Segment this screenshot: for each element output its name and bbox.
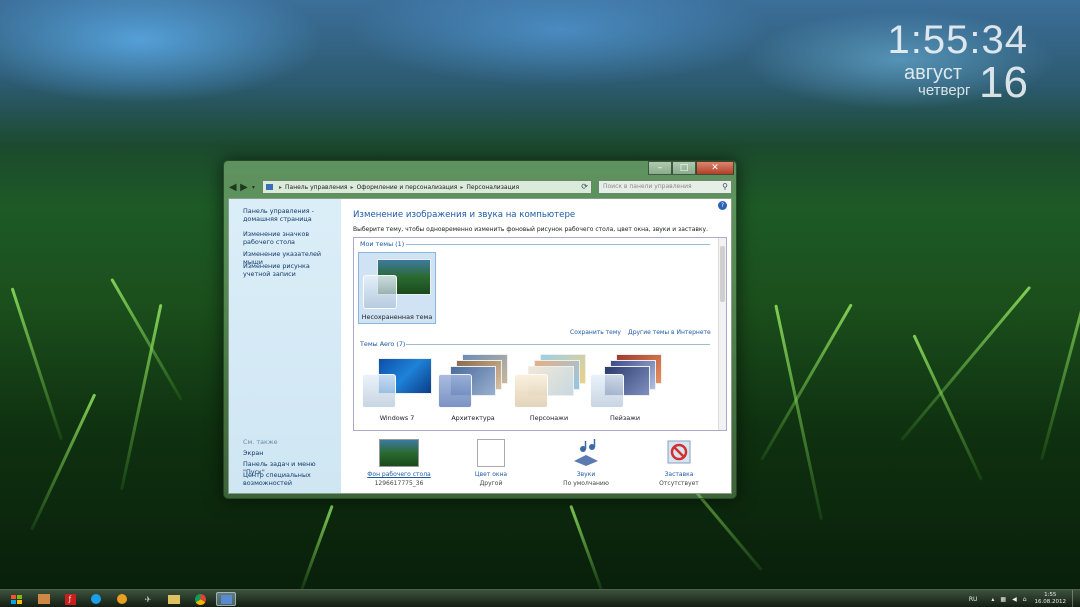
taskbar-app-pin-icon[interactable]: ✈	[138, 592, 158, 606]
system-tray: RU ▴ ▦ ◀ ⌂ 1:55 16.08.2012	[969, 590, 1080, 607]
sounds-button[interactable]: Звуки По умолчанию	[546, 439, 626, 487]
theme-color-swatch	[590, 374, 624, 408]
recent-pages-button[interactable]: ▾	[251, 180, 256, 194]
address-bar[interactable]: ▸ Панель управления ▸ Оформление и персо…	[261, 180, 592, 194]
scrollbar-thumb[interactable]	[720, 246, 725, 302]
theme-unsaved[interactable]: Несохраненная тема	[358, 252, 436, 324]
gadget-weekday: четверг	[918, 82, 971, 99]
theme-label: Несохраненная тема	[361, 313, 433, 321]
arrow-right-icon: ▶	[240, 181, 248, 193]
see-also-heading: См. также	[243, 438, 278, 446]
aero-themes-heading: Темы Aero (7)	[360, 340, 406, 348]
personalization-window: – □ ✕ ◀ ▶ ▾ ▸ Панель управления ▸ Оформл…	[223, 160, 737, 499]
taskbar-control-panel-icon[interactable]	[216, 592, 236, 606]
maximize-button[interactable]: □	[672, 161, 696, 175]
tray-app-icon[interactable]: ⌂	[1023, 596, 1027, 603]
theme-color-swatch	[514, 374, 548, 408]
tray-time: 1:55	[1044, 592, 1057, 598]
breadcrumb-personalization[interactable]: Персонализация	[466, 184, 519, 191]
themes-scrollbar[interactable]	[718, 238, 726, 430]
page-description: Выберите тему, чтобы одновременно измени…	[353, 226, 709, 233]
theme-windows-7[interactable]: Windows 7	[358, 352, 436, 424]
breadcrumb-control-panel[interactable]: Панель управления	[285, 184, 348, 191]
search-placeholder: Поиск в панели управления	[602, 183, 692, 190]
link-display[interactable]: Экран	[243, 449, 337, 458]
minimize-button[interactable]: –	[648, 161, 672, 175]
taskbar-app-skype-icon[interactable]	[86, 592, 106, 606]
help-icon[interactable]: ?	[718, 201, 727, 210]
sounds-value: По умолчанию	[563, 480, 609, 487]
my-themes-heading: Мои темы (1)	[360, 240, 405, 248]
link-account-picture[interactable]: Изменение рисунка учетной записи	[243, 262, 337, 278]
theme-color-swatch	[438, 374, 472, 408]
taskbar: ƒ ✈ RU ▴ ▦ ◀ ⌂ 1:55 16.08.2012	[0, 589, 1080, 607]
network-icon[interactable]: ▦	[1000, 596, 1006, 603]
screensaver-button[interactable]: Заставка Отсутствует	[639, 439, 719, 487]
show-desktop-button[interactable]	[1072, 590, 1080, 607]
window-controls: – □ ✕	[648, 161, 734, 175]
screensaver-icon	[659, 439, 699, 467]
wallpaper-icon	[379, 439, 419, 467]
taskbar-chrome-icon[interactable]	[190, 592, 210, 606]
desktop-background-value: 1296617775_36	[374, 480, 424, 487]
chevron-down-icon: ▾	[251, 183, 255, 191]
desktop-background-button[interactable]: Фон рабочего стола 1296617775_36	[359, 439, 439, 487]
sounds-label: Звуки	[576, 471, 596, 478]
desktop-clock-gadget[interactable]: 1:55:34 август четверг 16	[860, 18, 1040, 108]
arrow-left-icon: ◀	[228, 181, 237, 193]
page-title: Изменение изображения и звука на компьют…	[353, 210, 576, 220]
window-color-label: Цвет окна	[474, 471, 508, 478]
screensaver-label: Заставка	[664, 471, 694, 478]
link-control-panel-home[interactable]: Панель управления - домашняя страница	[243, 207, 337, 223]
search-input[interactable]: Поиск в панели управления ⚲	[597, 180, 732, 194]
themes-list[interactable]: Мои темы (1) Несохраненная тема Сохранит…	[353, 237, 727, 431]
close-button[interactable]: ✕	[696, 161, 734, 175]
tray-date: 16.08.2012	[1034, 599, 1067, 605]
link-ease-of-access[interactable]: Центр специальных возможностей	[243, 471, 337, 487]
volume-icon[interactable]: ◀	[1012, 596, 1017, 603]
sounds-icon	[566, 439, 606, 467]
gadget-day: 16	[979, 58, 1028, 107]
theme-color-swatch	[362, 374, 396, 408]
control-panel-icon	[265, 184, 273, 190]
start-button[interactable]	[6, 592, 26, 606]
theme-characters[interactable]: Персонажи	[510, 352, 588, 424]
theme-landscapes[interactable]: Пейзажи	[586, 352, 664, 424]
taskbar-app-media-icon[interactable]	[34, 592, 54, 606]
theme-color-swatch	[363, 275, 397, 309]
windows-logo-icon	[10, 594, 22, 604]
window-color-button[interactable]: Цвет окна Другой	[451, 439, 531, 487]
breadcrumb-appearance[interactable]: Оформление и персонализация	[357, 184, 458, 191]
theme-label: Персонажи	[529, 414, 569, 422]
back-button[interactable]: ◀	[228, 180, 237, 194]
taskbar-app-flash-icon[interactable]: ƒ	[60, 592, 80, 606]
theme-label: Архитектура	[451, 414, 495, 422]
tray-clock[interactable]: 1:55 16.08.2012	[1035, 592, 1067, 606]
screensaver-value: Отсутствует	[659, 480, 699, 487]
window-content: Панель управления - домашняя страница Из…	[228, 198, 732, 494]
navigation-bar: ◀ ▶ ▾ ▸ Панель управления ▸ Оформление и…	[228, 179, 732, 195]
theme-label: Пейзажи	[609, 414, 641, 422]
language-indicator[interactable]: RU	[969, 596, 978, 603]
forward-button[interactable]: ▶	[239, 180, 248, 194]
gadget-time: 1:55:34	[887, 18, 1028, 62]
more-themes-online-link[interactable]: Другие темы в Интернете	[628, 329, 711, 336]
save-theme-link[interactable]: Сохранить тему	[570, 329, 621, 336]
window-color-value: Другой	[479, 480, 503, 487]
window-color-icon	[477, 439, 505, 467]
link-desktop-icons[interactable]: Изменение значков рабочего стола	[243, 230, 337, 246]
refresh-icon[interactable]: ⟳	[581, 182, 588, 191]
task-pane: Панель управления - домашняя страница Из…	[229, 199, 341, 493]
taskbar-explorer-icon[interactable]	[164, 592, 184, 606]
desktop-background-label: Фон рабочего стола	[367, 471, 431, 478]
theme-architecture[interactable]: Архитектура	[434, 352, 512, 424]
tray-expand-icon[interactable]: ▴	[991, 596, 994, 603]
taskbar-app-player-icon[interactable]	[112, 592, 132, 606]
search-icon[interactable]: ⚲	[722, 181, 728, 193]
theme-label: Windows 7	[379, 414, 415, 422]
